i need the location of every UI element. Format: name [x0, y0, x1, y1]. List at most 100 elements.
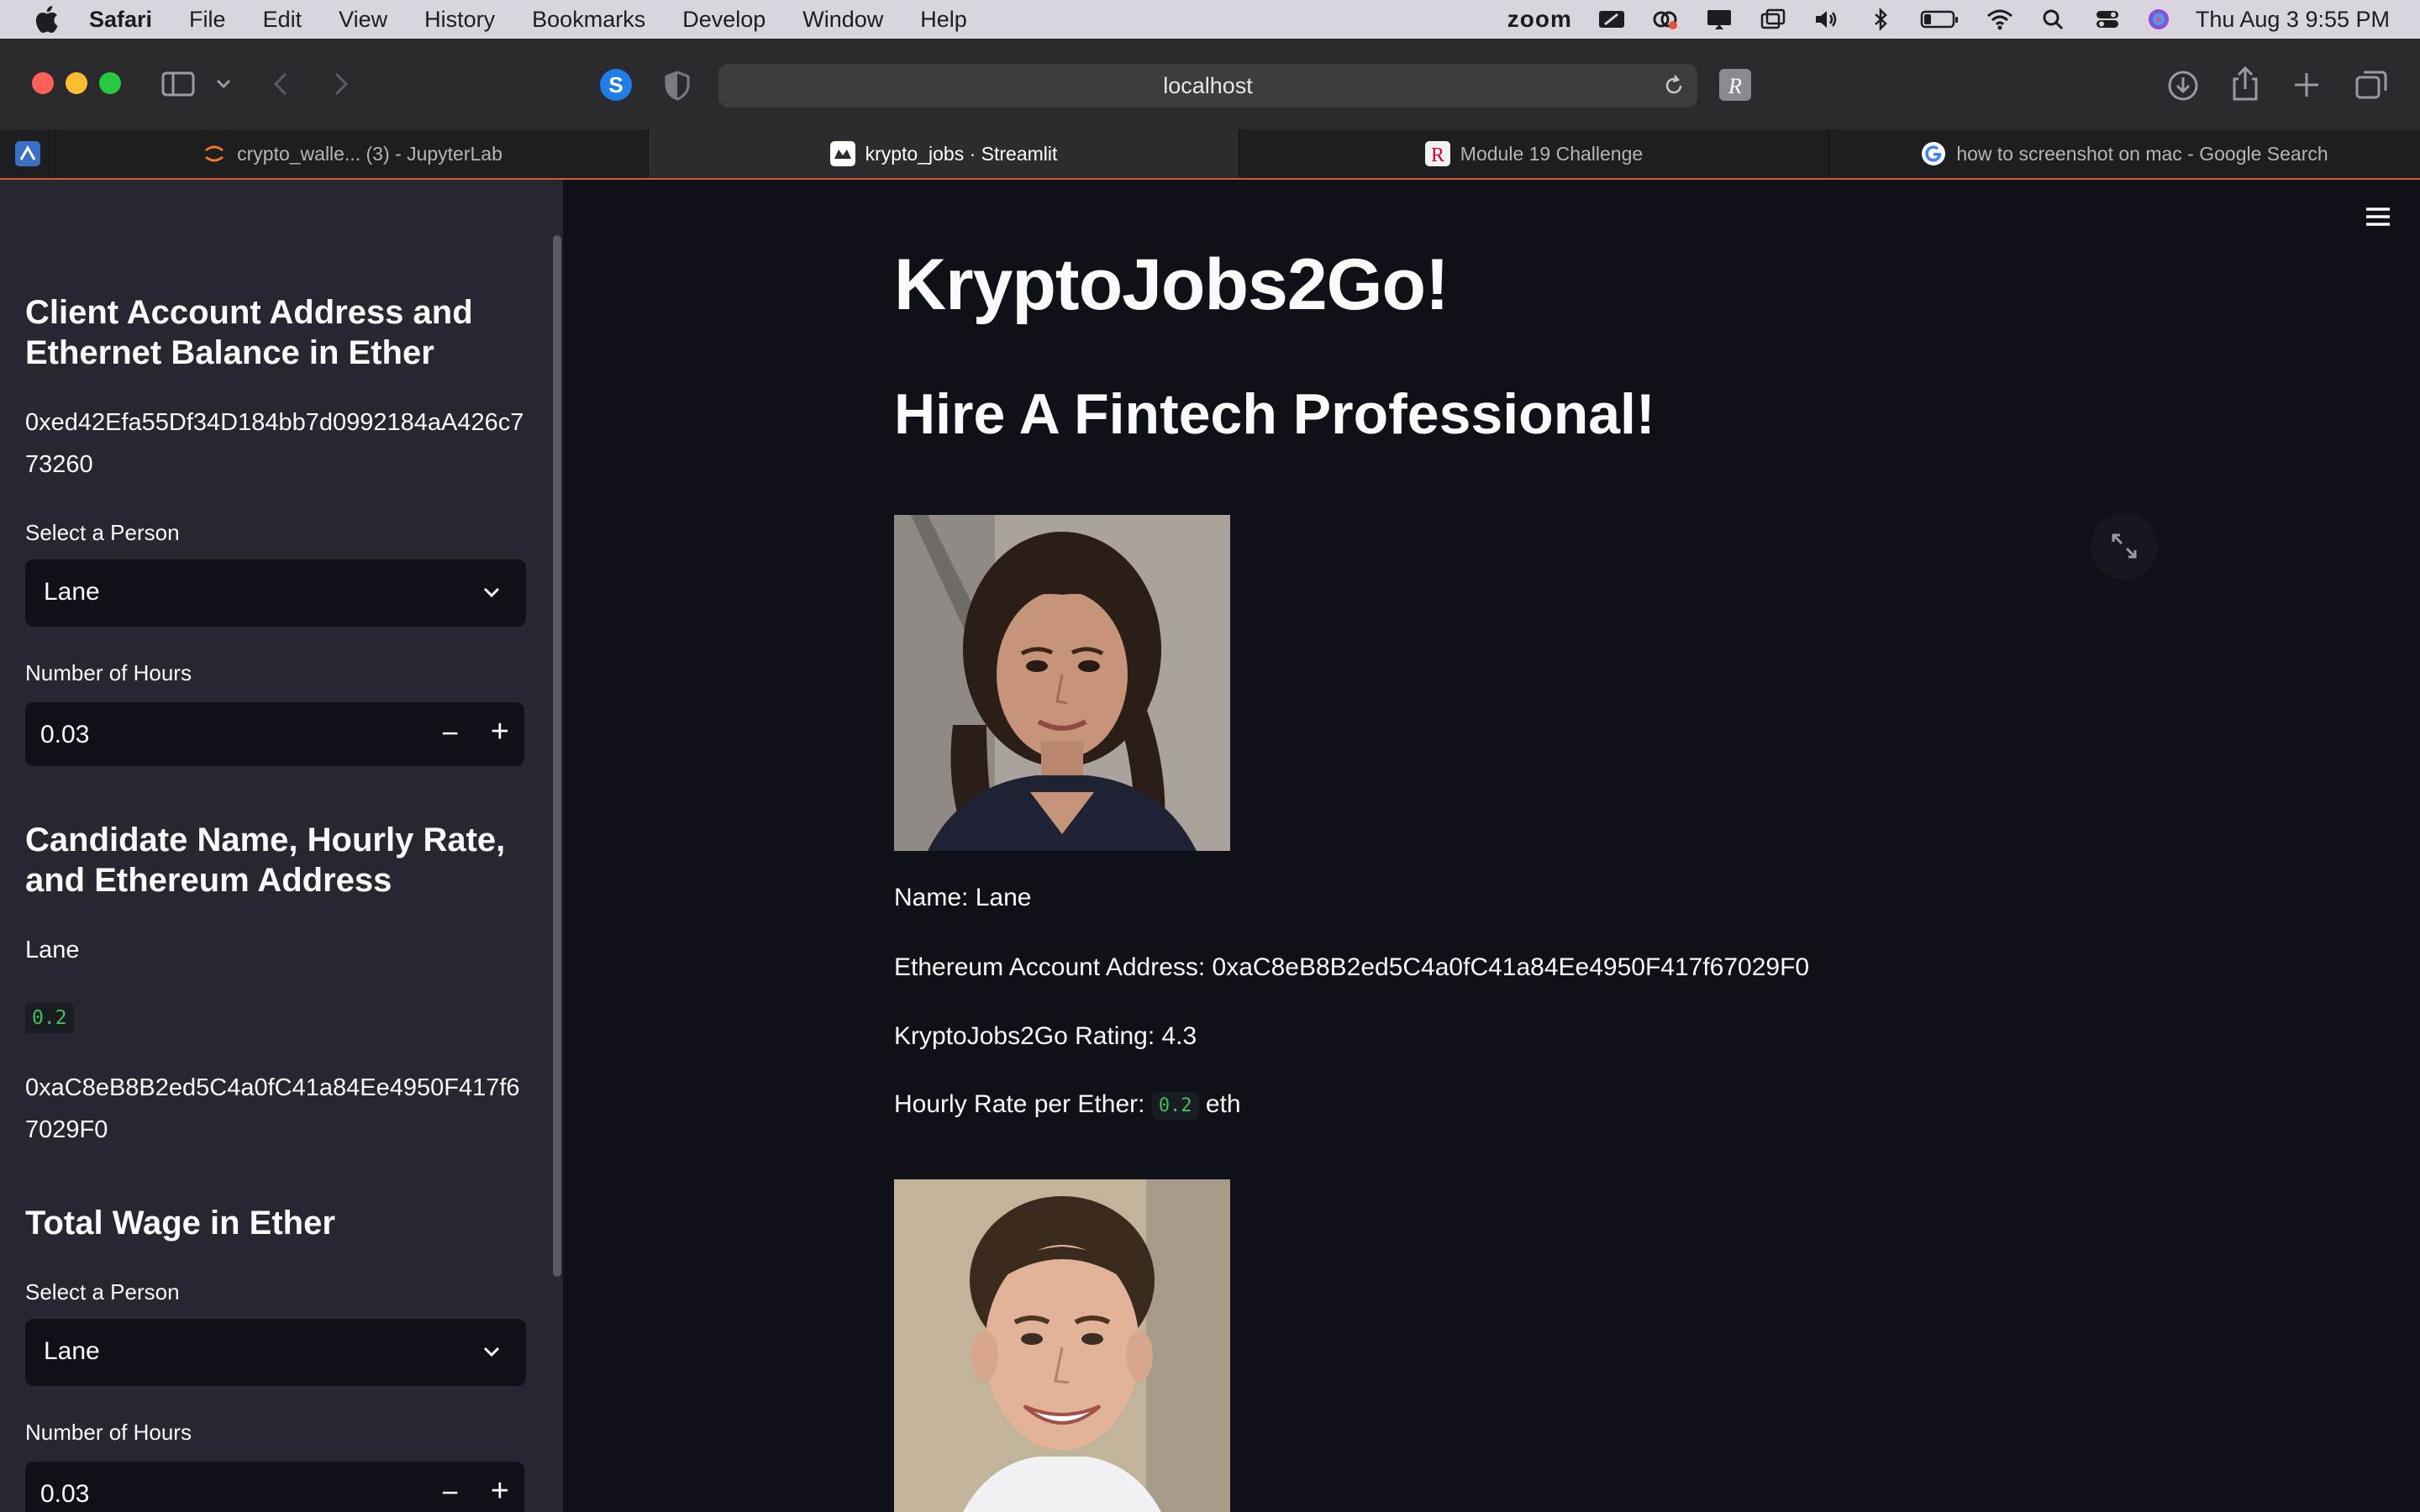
window-minimize-button[interactable] [66, 72, 87, 94]
share-icon[interactable] [2230, 66, 2260, 102]
menu-develop[interactable]: Develop [682, 7, 765, 33]
menu-bar-clock[interactable]: Thu Aug 3 9:55 PM [2196, 7, 2390, 33]
candidate-address-line: Ethereum Account Address: 0xaC8eB8B2ed5C… [894, 953, 1810, 981]
windows-icon[interactable] [1759, 8, 1787, 31]
address-text[interactable]: localhost [1163, 73, 1253, 99]
jupyter-favicon-icon [205, 145, 224, 162]
wage-hours-label: Number of Hours [25, 1420, 192, 1445]
candidate-portrait-image [894, 515, 1230, 851]
rutgers-favicon-icon: R [1424, 141, 1450, 166]
wage-hours-value[interactable]: 0.03 [40, 1480, 89, 1509]
spotlight-search-icon[interactable] [2039, 8, 2068, 31]
bluetooth-icon[interactable] [1866, 8, 1895, 31]
window-zoom-button[interactable] [99, 72, 121, 94]
menu-view[interactable]: View [339, 7, 387, 33]
sidebar-toggle-icon[interactable] [161, 71, 195, 97]
hours-increment-button[interactable]: + [491, 714, 509, 750]
rate-suffix: eth [1205, 1090, 1241, 1118]
tab-label: how to screenshot on mac - Google Search [1956, 142, 2328, 165]
streamlit-main: KryptoJobs2Go! Hire A Fintech Profession… [563, 180, 2420, 1512]
menu-edit[interactable]: Edit [263, 7, 302, 33]
svg-text:S: S [608, 72, 623, 97]
candidate-photo [894, 1179, 1230, 1512]
hamburger-menu-icon[interactable] [2365, 205, 2391, 228]
candidate-heading: Candidate Name, Hourly Rate, and Ethereu… [25, 822, 506, 899]
zoom-status-item[interactable]: zoom [1507, 6, 1572, 33]
page-subtitle: Hire A Fintech Professional! [894, 382, 1655, 446]
wage-select-person-value: Lane [44, 1337, 100, 1365]
menu-file[interactable]: File [189, 7, 226, 33]
wage-heading: Total Wage in Ether [25, 1205, 335, 1242]
account-heading: Client Account Address and Ethernet Bala… [25, 294, 473, 371]
tab-google-search[interactable]: how to screenshot on mac - Google Search [1829, 129, 2420, 178]
select-person-value: Lane [44, 578, 100, 606]
wage-select-person-dropdown[interactable]: Lane [25, 1319, 526, 1386]
candidate-rating-line: KryptoJobs2Go Rating: 4.3 [894, 1022, 1197, 1050]
sidebar-scrollbar[interactable] [553, 235, 561, 1277]
extension-s-icon[interactable]: S [598, 67, 634, 102]
account-address: 0xed42Efa55Df34D184bb7d0992184aA426c7732… [25, 409, 524, 478]
menu-window[interactable]: Window [802, 7, 883, 33]
tab-overview-icon[interactable] [2354, 69, 2388, 101]
candidate-name: Lane [25, 937, 80, 963]
reload-icon[interactable] [1662, 74, 1686, 97]
hours-decrement-button[interactable]: − [441, 716, 459, 751]
select-person-label: Select a Person [25, 520, 180, 545]
forward-arrow-icon[interactable] [329, 71, 353, 97]
tab-module-19[interactable]: R Module 19 Challenge [1239, 129, 1829, 178]
tab-jupyterlab[interactable]: crypto_walle... (3) - JupyterLab [56, 129, 649, 178]
rate-value-code: 0.2 [1151, 1091, 1199, 1120]
fullscreen-button[interactable] [2091, 512, 2158, 580]
streamlit-sidebar: Client Account Address and Ethernet Bala… [0, 180, 563, 1512]
browser-toolbar: S localhost R [0, 39, 2420, 130]
pen-tablet-icon[interactable] [1597, 8, 1626, 31]
screen-share-icon[interactable] [1705, 8, 1733, 31]
wifi-icon[interactable] [1986, 8, 2014, 31]
candidate-address: 0xaC8eB8B2ed5C4a0fC41a84Ee4950F417f67029… [25, 1074, 520, 1143]
chevron-down-icon[interactable] [215, 76, 232, 92]
menu-bar-status-area: zoom Thu Aug 3 9:55 PM [1482, 0, 2390, 39]
wage-hours-increment-button[interactable]: + [491, 1473, 509, 1509]
candidate-portrait-image [894, 1179, 1230, 1512]
window-close-button[interactable] [32, 72, 54, 94]
siri-icon[interactable] [2147, 8, 2170, 31]
hours-label: Number of Hours [25, 660, 192, 685]
hours-value[interactable]: 0.03 [40, 721, 89, 749]
tab-label: Module 19 Challenge [1460, 142, 1644, 165]
wage-hours-number-input[interactable]: 0.03 − + [25, 1462, 524, 1512]
pinned-site-icon [15, 141, 40, 166]
wage-hours-decrement-button[interactable]: − [441, 1475, 459, 1510]
svg-text:R: R [1728, 74, 1742, 98]
battery-icon[interactable] [1920, 8, 1960, 31]
page-title: KryptoJobs2Go! [894, 244, 1449, 325]
tab-label: krypto_jobs · Streamlit [865, 142, 1058, 165]
select-person-dropdown[interactable]: Lane [25, 559, 526, 627]
svg-text:R: R [1431, 144, 1444, 166]
extension-r-icon[interactable]: R [1718, 67, 1753, 102]
address-bar[interactable]: localhost [718, 64, 1697, 108]
tab-streamlit[interactable]: krypto_jobs · Streamlit [649, 129, 1239, 178]
pinned-tab[interactable] [0, 129, 56, 178]
privacy-shield-icon[interactable] [664, 71, 691, 101]
chevron-down-icon [483, 1347, 500, 1357]
menu-help[interactable]: Help [920, 7, 967, 33]
back-arrow-icon[interactable] [269, 71, 292, 97]
apple-logo-icon[interactable] [34, 5, 59, 34]
menu-history[interactable]: History [424, 7, 495, 33]
expand-icon [2112, 533, 2137, 559]
candidate-name-line: Name: Lane [894, 884, 1032, 911]
menu-bookmarks[interactable]: Bookmarks [532, 7, 645, 33]
hours-number-input[interactable]: 0.03 − + [25, 702, 524, 766]
rate-prefix: Hourly Rate per Ether: [894, 1090, 1145, 1118]
tab-label: crypto_walle... (3) - JupyterLab [237, 142, 502, 165]
tab-bar: crypto_walle... (3) - JupyterLab krypto_… [0, 129, 2420, 180]
new-tab-plus-icon[interactable] [2292, 71, 2321, 99]
creative-cloud-icon[interactable] [1651, 8, 1680, 31]
macos-menu-bar: Safari File Edit View History Bookmarks … [0, 0, 2420, 39]
downloads-icon[interactable] [2166, 69, 2200, 102]
app-menu-safari[interactable]: Safari [89, 7, 152, 33]
control-center-icon[interactable] [2093, 8, 2122, 31]
streamlit-favicon-icon [829, 141, 855, 166]
volume-icon[interactable] [1812, 8, 1841, 31]
candidate-rate-code: 0.2 [25, 1003, 74, 1033]
